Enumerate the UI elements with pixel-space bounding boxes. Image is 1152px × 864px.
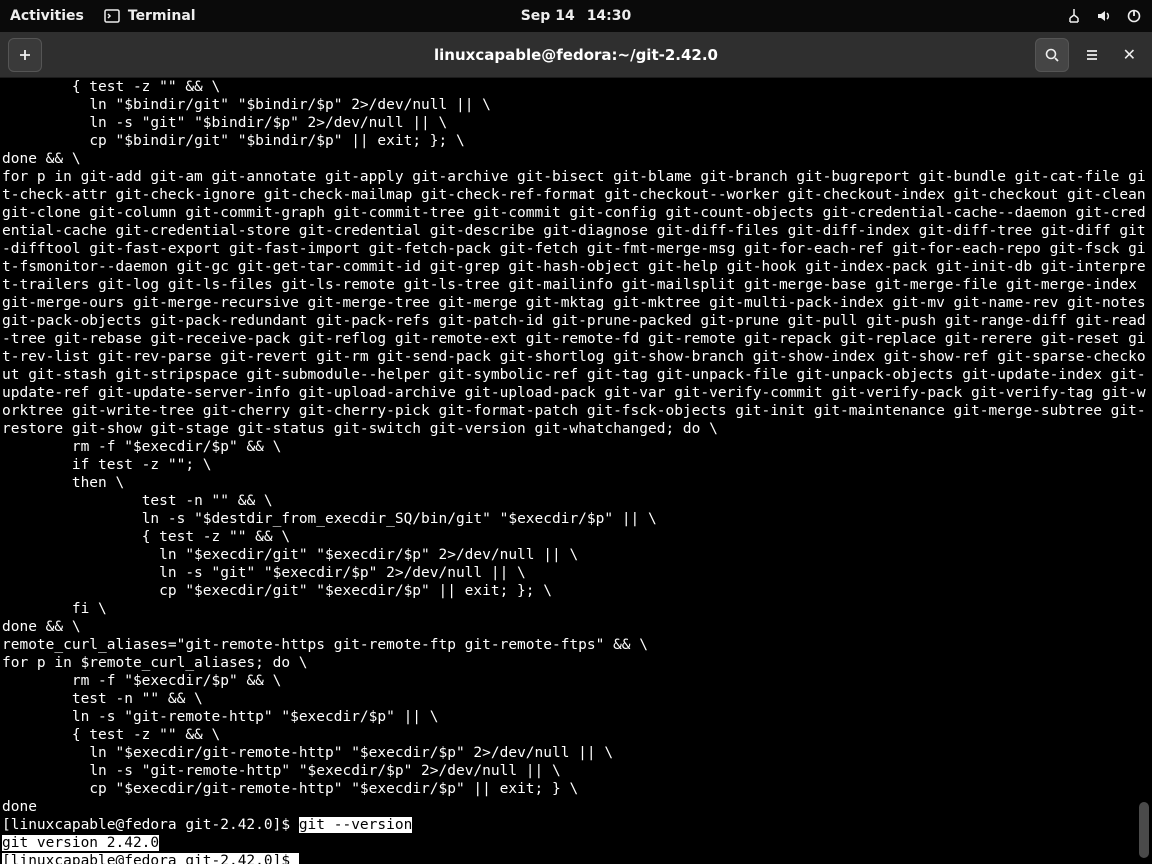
network-icon [1066,8,1082,24]
scrollbar[interactable] [1138,78,1150,864]
current-app[interactable]: Terminal [104,8,196,24]
terminal-version-line: git version 2.42.0 [0,834,1152,852]
activities-button[interactable]: Activities [10,8,84,24]
terminal-viewport[interactable]: { test -z "" && \ ln "$bindir/git" "$bin… [0,78,1152,864]
app-name-label: Terminal [128,8,196,24]
hamburger-icon [1084,47,1100,63]
new-tab-button[interactable] [8,38,42,72]
power-icon [1126,8,1142,24]
terminal-output: { test -z "" && \ ln "$bindir/git" "$bin… [0,78,1152,816]
system-tray[interactable] [1066,8,1142,24]
search-icon [1044,47,1060,63]
date-label: Sep 14 [521,8,575,24]
scroll-thumb[interactable] [1139,802,1149,858]
menu-button[interactable] [1075,38,1109,72]
highlighted-command: git --version [299,817,413,833]
search-button[interactable] [1035,38,1069,72]
terminal-prompt-1: [linuxcapable@fedora git-2.42.0]$ git --… [0,816,1152,834]
close-button[interactable]: ✕ [1115,45,1144,64]
terminal-prompt-2[interactable]: [linuxcapable@fedora git-2.42.0]$ [0,852,1152,864]
window-title: linuxcapable@fedora:~/git-2.42.0 [434,46,718,64]
terminal-icon [104,8,120,24]
terminal-headerbar: linuxcapable@fedora:~/git-2.42.0 ✕ [0,32,1152,78]
plus-icon [17,47,33,63]
volume-icon [1096,8,1112,24]
gnome-topbar: Activities Terminal Sep 14 14:30 [0,0,1152,32]
clock[interactable]: Sep 14 14:30 [521,8,632,24]
time-label: 14:30 [587,8,632,24]
